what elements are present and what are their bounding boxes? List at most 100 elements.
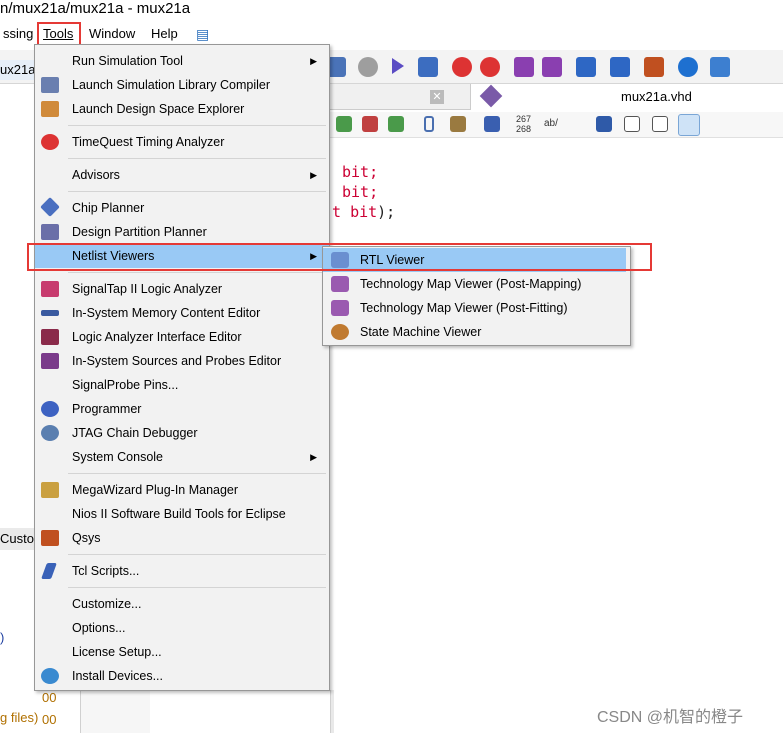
menu-separator xyxy=(68,191,326,192)
project-navigator-strip xyxy=(0,84,34,734)
tab-title: mux21a.vhd xyxy=(621,89,692,104)
menu-item-tcl-scripts[interactable]: Tcl Scripts... xyxy=(35,559,329,583)
menu-item-memory-editor[interactable]: In-System Memory Content Editor xyxy=(35,301,329,325)
find-replace-icon[interactable]: ab/ xyxy=(544,118,558,129)
menu-item-license-setup[interactable]: License Setup... xyxy=(35,640,329,664)
menu-item-chip-planner[interactable]: Chip Planner xyxy=(35,196,329,220)
menu-item-launch-sim-lib-compiler[interactable]: Launch Simulation Library Compiler xyxy=(35,73,329,97)
tech-map-fit-icon xyxy=(331,300,349,316)
play-icon[interactable] xyxy=(392,58,404,74)
code-line-3-c: ); xyxy=(377,203,396,221)
menu-item-label: License Setup... xyxy=(72,645,162,659)
menu-separator xyxy=(68,554,326,555)
submenu-item-tech-map-post-mapping[interactable]: Technology Map Viewer (Post-Mapping) xyxy=(323,272,629,296)
insert-icon[interactable] xyxy=(336,116,352,132)
menu-item-label: JTAG Chain Debugger xyxy=(72,426,198,440)
tab-mux21a-vhd[interactable]: mux21a.vhd xyxy=(470,84,783,110)
menu-item-sources-probes[interactable]: In-System Sources and Probes Editor xyxy=(35,349,329,373)
menu-item-timequest[interactable]: TimeQuest Timing Analyzer xyxy=(35,130,329,154)
code-line-2: bit; xyxy=(342,183,379,201)
analysis-icon[interactable] xyxy=(418,57,438,77)
num-fragment-2: 00 xyxy=(42,712,57,727)
partition-icon xyxy=(41,224,59,240)
menu-separator xyxy=(68,272,326,273)
files-fragment: g files) xyxy=(0,710,39,725)
dse-icon xyxy=(41,101,59,117)
project-tab[interactable]: ux21a xyxy=(0,60,35,80)
chip-planner-icon[interactable] xyxy=(610,57,630,77)
attach-icon[interactable] xyxy=(424,116,434,132)
toggle-view-icon[interactable] xyxy=(678,114,700,136)
menu-item-label: In-System Memory Content Editor xyxy=(72,306,261,320)
menu-item-design-partition-planner[interactable]: Design Partition Planner xyxy=(35,220,329,244)
submenu-item-tech-map-post-fitting[interactable]: Technology Map Viewer (Post-Fitting) xyxy=(323,296,629,320)
delete-icon[interactable] xyxy=(362,116,378,132)
submenu-item-label: Technology Map Viewer (Post-Fitting) xyxy=(360,301,568,315)
menu-item-options[interactable]: Options... xyxy=(35,616,329,640)
menu-item-label: Chip Planner xyxy=(72,201,145,215)
menu-item-label: Customize... xyxy=(72,597,142,611)
feedback-icon-2[interactable] xyxy=(710,57,730,77)
uncomment-icon[interactable] xyxy=(652,116,668,132)
menu-item-jtag-debugger[interactable]: JTAG Chain Debugger xyxy=(35,421,329,445)
menu-item-label: Logic Analyzer Interface Editor xyxy=(72,330,242,344)
indent-icon[interactable] xyxy=(596,116,612,132)
scroll-icon[interactable] xyxy=(450,116,466,132)
install-icon xyxy=(41,668,59,684)
timing-icon[interactable] xyxy=(452,57,472,77)
programmer-icon xyxy=(41,401,59,417)
state-machine-icon xyxy=(331,324,349,340)
menu-item-label: SignalProbe Pins... xyxy=(72,378,179,392)
menu-processing-partial[interactable]: ssing xyxy=(0,23,36,45)
programmer-icon[interactable] xyxy=(576,57,596,77)
menu-item-advisors[interactable]: Advisors ▶ xyxy=(35,163,329,187)
menu-bar: ssing Tools Window Help ▤ xyxy=(0,21,783,45)
template-icon[interactable] xyxy=(388,116,404,132)
menu-item-signalprobe-pins[interactable]: SignalProbe Pins... xyxy=(35,373,329,397)
tools-menu: Run Simulation Tool ▶ Launch Simulation L… xyxy=(34,44,330,691)
edit-icon[interactable] xyxy=(484,116,500,132)
stop-icon[interactable] xyxy=(358,57,378,77)
chip-planner-icon xyxy=(40,197,60,217)
menu-item-label: Options... xyxy=(72,621,126,635)
line-number-icon[interactable]: 267 268 xyxy=(516,114,531,134)
vhdl-file-icon xyxy=(479,84,503,108)
comment-icon[interactable] xyxy=(624,116,640,132)
help-icon[interactable] xyxy=(678,57,698,77)
window-title: n/mux21a/mux21a - mux21a xyxy=(0,0,191,17)
timing-icon-2[interactable] xyxy=(480,57,500,77)
divider xyxy=(330,690,334,733)
menu-item-system-console[interactable]: System Console ▶ xyxy=(35,445,329,469)
menu-item-label: System Console xyxy=(72,450,164,464)
menu-item-megawizard[interactable]: MegaWizard Plug-In Manager xyxy=(35,478,329,502)
menu-item-customize[interactable]: Customize... xyxy=(35,592,329,616)
qsys-icon[interactable] xyxy=(644,57,664,77)
code-line-3-b: bit xyxy=(350,203,378,221)
menu-window[interactable]: Window xyxy=(86,23,138,45)
compiler-icon xyxy=(41,77,59,93)
submenu-item-state-machine-viewer[interactable]: State Machine Viewer xyxy=(323,320,629,344)
menu-help[interactable]: Help xyxy=(148,23,181,45)
menu-item-install-devices[interactable]: Install Devices... xyxy=(35,664,329,688)
menu-item-nios-ii-sbt[interactable]: Nios II Software Build Tools for Eclipse xyxy=(35,502,329,526)
code-line-1: bit; xyxy=(342,163,379,181)
code-line-3-a: t xyxy=(332,203,342,221)
stopwatch-icon xyxy=(41,134,59,150)
feedback-icon[interactable]: ▤ xyxy=(193,23,212,45)
signaltap-icon xyxy=(41,281,59,297)
menu-separator xyxy=(68,125,326,126)
menu-item-signaltap[interactable]: SignalTap II Logic Analyzer xyxy=(35,277,329,301)
menu-item-qsys[interactable]: Qsys xyxy=(35,526,329,550)
menu-item-label: Install Devices... xyxy=(72,669,164,683)
tech-map-icon[interactable] xyxy=(542,57,562,77)
menu-item-label: Tcl Scripts... xyxy=(72,564,140,578)
menu-item-lai-editor[interactable]: Logic Analyzer Interface Editor xyxy=(35,325,329,349)
rtl-icon[interactable] xyxy=(514,57,534,77)
menu-item-launch-dse[interactable]: Launch Design Space Explorer xyxy=(35,97,329,121)
close-icon[interactable]: ✕ xyxy=(430,90,444,104)
jtag-icon xyxy=(41,425,59,441)
custom-tab[interactable]: Custom xyxy=(0,528,45,550)
menu-item-programmer[interactable]: Programmer xyxy=(35,397,329,421)
menu-item-run-simulation-tool[interactable]: Run Simulation Tool ▶ xyxy=(35,49,329,73)
menu-item-label: Design Partition Planner xyxy=(72,225,207,239)
